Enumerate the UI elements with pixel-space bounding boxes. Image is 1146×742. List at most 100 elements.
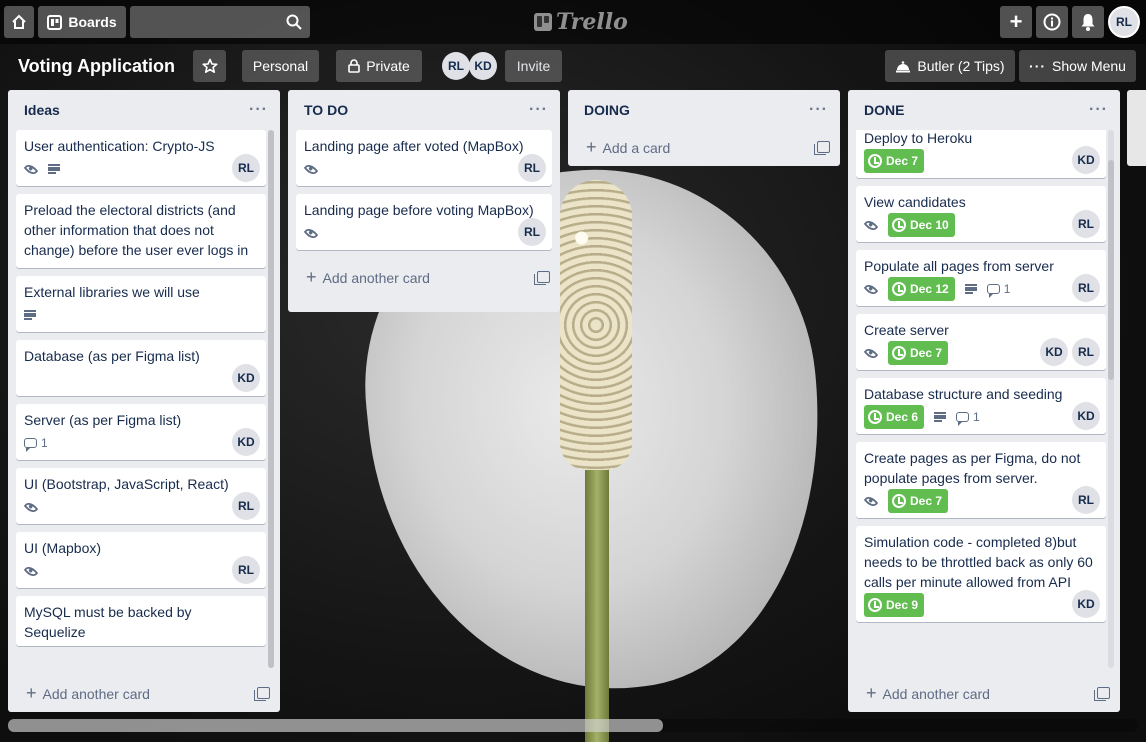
card[interactable]: UI (Bootstrap, JavaScript, React) RL [16, 468, 266, 524]
card-member-avatar[interactable]: KD [232, 428, 260, 456]
list-scrollbar[interactable] [1108, 130, 1114, 668]
card-member-avatar[interactable]: KD [1072, 590, 1100, 618]
add-another-card-button[interactable]: + Add another card [848, 674, 1120, 712]
list-to-do[interactable]: TO DO ··· Landing page after voted (MapB… [288, 90, 560, 312]
plus-icon: + [866, 682, 877, 703]
list-scrollbar-thumb[interactable] [268, 130, 274, 668]
list-menu-icon[interactable]: ··· [249, 101, 268, 119]
list-title[interactable]: DOING [584, 102, 630, 118]
clock-icon [892, 494, 906, 508]
card[interactable]: View candidates Dec 10 RL [856, 186, 1106, 242]
card-title: Landing page after voted (MapBox) [304, 138, 524, 154]
due-date: Dec 6 [886, 410, 919, 424]
invite-button[interactable]: Invite [505, 50, 562, 82]
list-title[interactable]: Ideas [24, 102, 60, 118]
star-button[interactable] [193, 50, 226, 82]
member-avatar[interactable]: KD [469, 52, 497, 80]
card-member-avatar[interactable]: RL [1072, 210, 1100, 238]
logo-text: Trello [556, 9, 628, 35]
member-avatar[interactable]: RL [442, 52, 470, 80]
board-horizontal-scrollbar[interactable] [8, 719, 1138, 732]
clock-icon [892, 282, 906, 296]
notifications-button[interactable] [1072, 6, 1104, 38]
card-member-avatar[interactable]: RL [1072, 274, 1100, 302]
card-template-icon[interactable] [534, 271, 550, 285]
add-list-column[interactable] [1127, 90, 1146, 166]
info-button[interactable] [1036, 6, 1068, 38]
list-title[interactable]: TO DO [304, 102, 348, 118]
team-button[interactable]: Personal [242, 50, 319, 82]
card-member-avatar[interactable]: RL [1072, 486, 1100, 514]
card[interactable]: Deploy to Heroku Dec 7 KD [856, 130, 1106, 178]
watch-icon [863, 493, 879, 509]
plus-icon: + [26, 682, 37, 703]
show-menu-button[interactable]: ··· Show Menu [1019, 50, 1136, 82]
card-member-avatar[interactable]: KD [232, 364, 260, 392]
card[interactable]: Populate all pages from server Dec 12 1 R… [856, 250, 1106, 306]
watch-icon [23, 563, 39, 579]
clock-icon [892, 218, 906, 232]
comments-badge: 1 [956, 407, 980, 427]
search-icon[interactable] [286, 14, 302, 30]
card-template-icon[interactable] [1094, 687, 1110, 701]
boards-button[interactable]: Boards [38, 6, 126, 38]
card-member-avatar[interactable]: RL [518, 154, 546, 182]
due-date-badge[interactable]: Dec 6 [864, 405, 925, 429]
add-card-button[interactable]: + Add a card [568, 130, 840, 164]
list-scrollbar-thumb[interactable] [1108, 160, 1114, 380]
list-menu-icon[interactable]: ··· [529, 101, 548, 119]
create-button[interactable]: + [1000, 6, 1032, 38]
list-done[interactable]: DONE ··· Deploy to Heroku Dec 7 KD View … [848, 90, 1120, 712]
card[interactable]: Simulation code - completed 8)but needs … [856, 526, 1106, 622]
list-title[interactable]: DONE [864, 102, 904, 118]
watch-icon [863, 217, 879, 233]
card[interactable]: Create server Dec 7 KD RL [856, 314, 1106, 370]
card[interactable]: Create pages as per Figma, do not popula… [856, 442, 1106, 518]
card-member-avatar[interactable]: KD [1040, 338, 1068, 366]
card[interactable]: Landing page before voting MapBox) RL [296, 194, 552, 250]
card[interactable]: Server (as per Figma list) 1 KD [16, 404, 266, 460]
due-date-badge[interactable]: Dec 12 [888, 277, 955, 301]
card[interactable]: Preload the electoral districts (and oth… [16, 194, 266, 268]
comment-icon [24, 438, 37, 452]
card[interactable]: UI (Mapbox) RL [16, 532, 266, 588]
card-title: View candidates [864, 194, 966, 210]
home-button[interactable] [4, 6, 34, 38]
due-date: Dec 10 [910, 218, 949, 232]
butler-button[interactable]: Butler (2 Tips) [885, 50, 1015, 82]
card[interactable]: Landing page after voted (MapBox) RL [296, 130, 552, 186]
list-menu-icon[interactable]: ··· [1089, 101, 1108, 119]
card-member-avatar[interactable]: RL [232, 154, 260, 182]
user-avatar[interactable]: RL [1108, 6, 1140, 38]
card-member-avatar[interactable]: RL [518, 218, 546, 246]
due-date-badge[interactable]: Dec 7 [888, 341, 949, 365]
list-menu-icon[interactable]: ··· [809, 101, 828, 119]
card[interactable]: Database structure and seeding Dec 6 1 KD [856, 378, 1106, 434]
trello-logo[interactable]: Trello [534, 8, 628, 36]
card[interactable]: Database (as per Figma list) KD [16, 340, 266, 396]
due-date-badge[interactable]: Dec 7 [888, 489, 949, 513]
add-another-card-button[interactable]: + Add another card [8, 674, 280, 712]
board-title[interactable]: Voting Application [10, 50, 183, 82]
card[interactable]: External libraries we will use [16, 276, 266, 332]
visibility-button[interactable]: Private [336, 50, 422, 82]
search-input[interactable] [130, 6, 310, 38]
card[interactable]: MySQL must be backed by Sequelize [16, 596, 266, 646]
card-template-icon[interactable] [254, 687, 270, 701]
list-doing[interactable]: DOING ··· + Add a card [568, 90, 840, 166]
due-date: Dec 7 [886, 154, 919, 168]
list-ideas[interactable]: Ideas ··· User authentication: Crypto-JS… [8, 90, 280, 712]
due-date-badge[interactable]: Dec 7 [864, 149, 925, 173]
card-member-avatar[interactable]: RL [1072, 338, 1100, 366]
due-date-badge[interactable]: Dec 10 [888, 213, 955, 237]
add-another-card-button[interactable]: + Add another card [288, 258, 560, 296]
card-template-icon[interactable] [814, 141, 830, 155]
board-scrollbar-thumb[interactable] [8, 719, 663, 732]
card-member-avatar[interactable]: KD [1072, 402, 1100, 430]
due-date-badge[interactable]: Dec 9 [864, 593, 925, 617]
list-scrollbar[interactable] [268, 130, 274, 668]
card-member-avatar[interactable]: KD [1072, 146, 1100, 174]
card-member-avatar[interactable]: RL [232, 492, 260, 520]
card[interactable]: User authentication: Crypto-JS RL [16, 130, 266, 186]
card-member-avatar[interactable]: RL [232, 556, 260, 584]
